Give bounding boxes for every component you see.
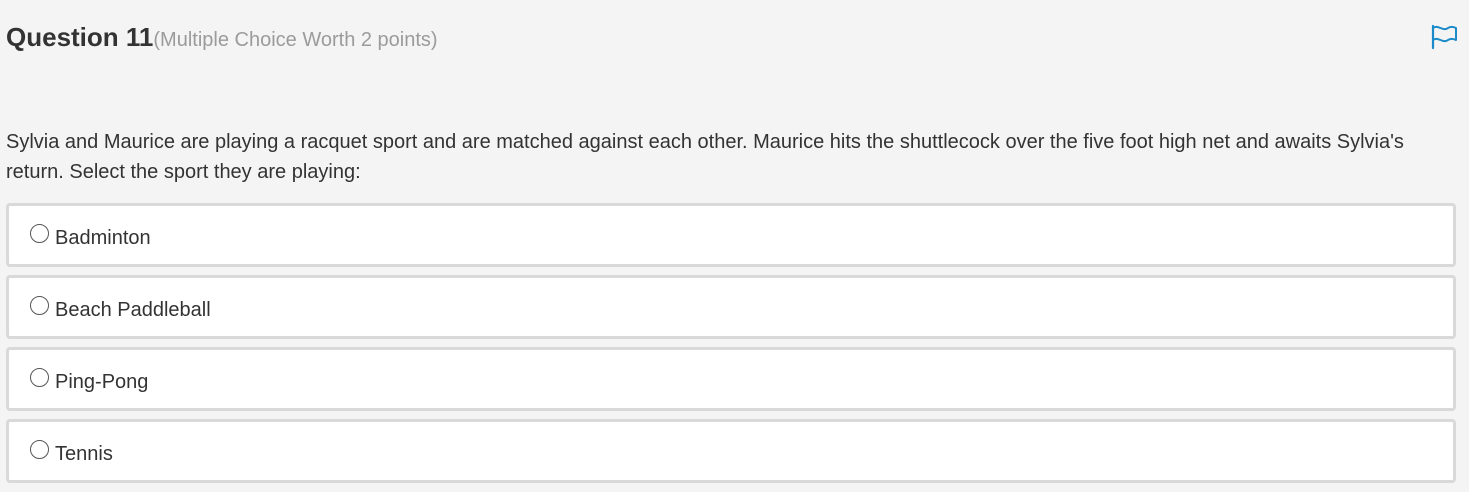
radio-button[interactable] — [30, 368, 49, 387]
radio-button[interactable] — [30, 224, 49, 243]
question-title: Question 11 — [6, 22, 154, 52]
answer-option-badminton[interactable]: Badminton — [6, 203, 1456, 267]
answer-label: Tennis — [55, 443, 113, 465]
question-prompt: Sylvia and Maurice are playing a racquet… — [6, 131, 1404, 183]
radio-button[interactable] — [30, 440, 49, 459]
answer-option-beach-paddleball[interactable]: Beach Paddleball — [6, 275, 1456, 339]
answer-options: Badminton Beach Paddleball Ping-Pong Ten… — [6, 203, 1456, 491]
question-header: Question 11 (Multiple Choice Worth 2 poi… — [6, 22, 438, 53]
answer-label: Ping-Pong — [55, 371, 149, 393]
answer-label: Badminton — [55, 227, 151, 249]
flag-icon[interactable] — [1430, 24, 1458, 50]
question-meta: (Multiple Choice Worth 2 points) — [153, 29, 438, 51]
radio-button[interactable] — [30, 296, 49, 315]
answer-label: Beach Paddleball — [55, 299, 211, 321]
answer-option-ping-pong[interactable]: Ping-Pong — [6, 347, 1456, 411]
answer-option-tennis[interactable]: Tennis — [6, 419, 1456, 483]
